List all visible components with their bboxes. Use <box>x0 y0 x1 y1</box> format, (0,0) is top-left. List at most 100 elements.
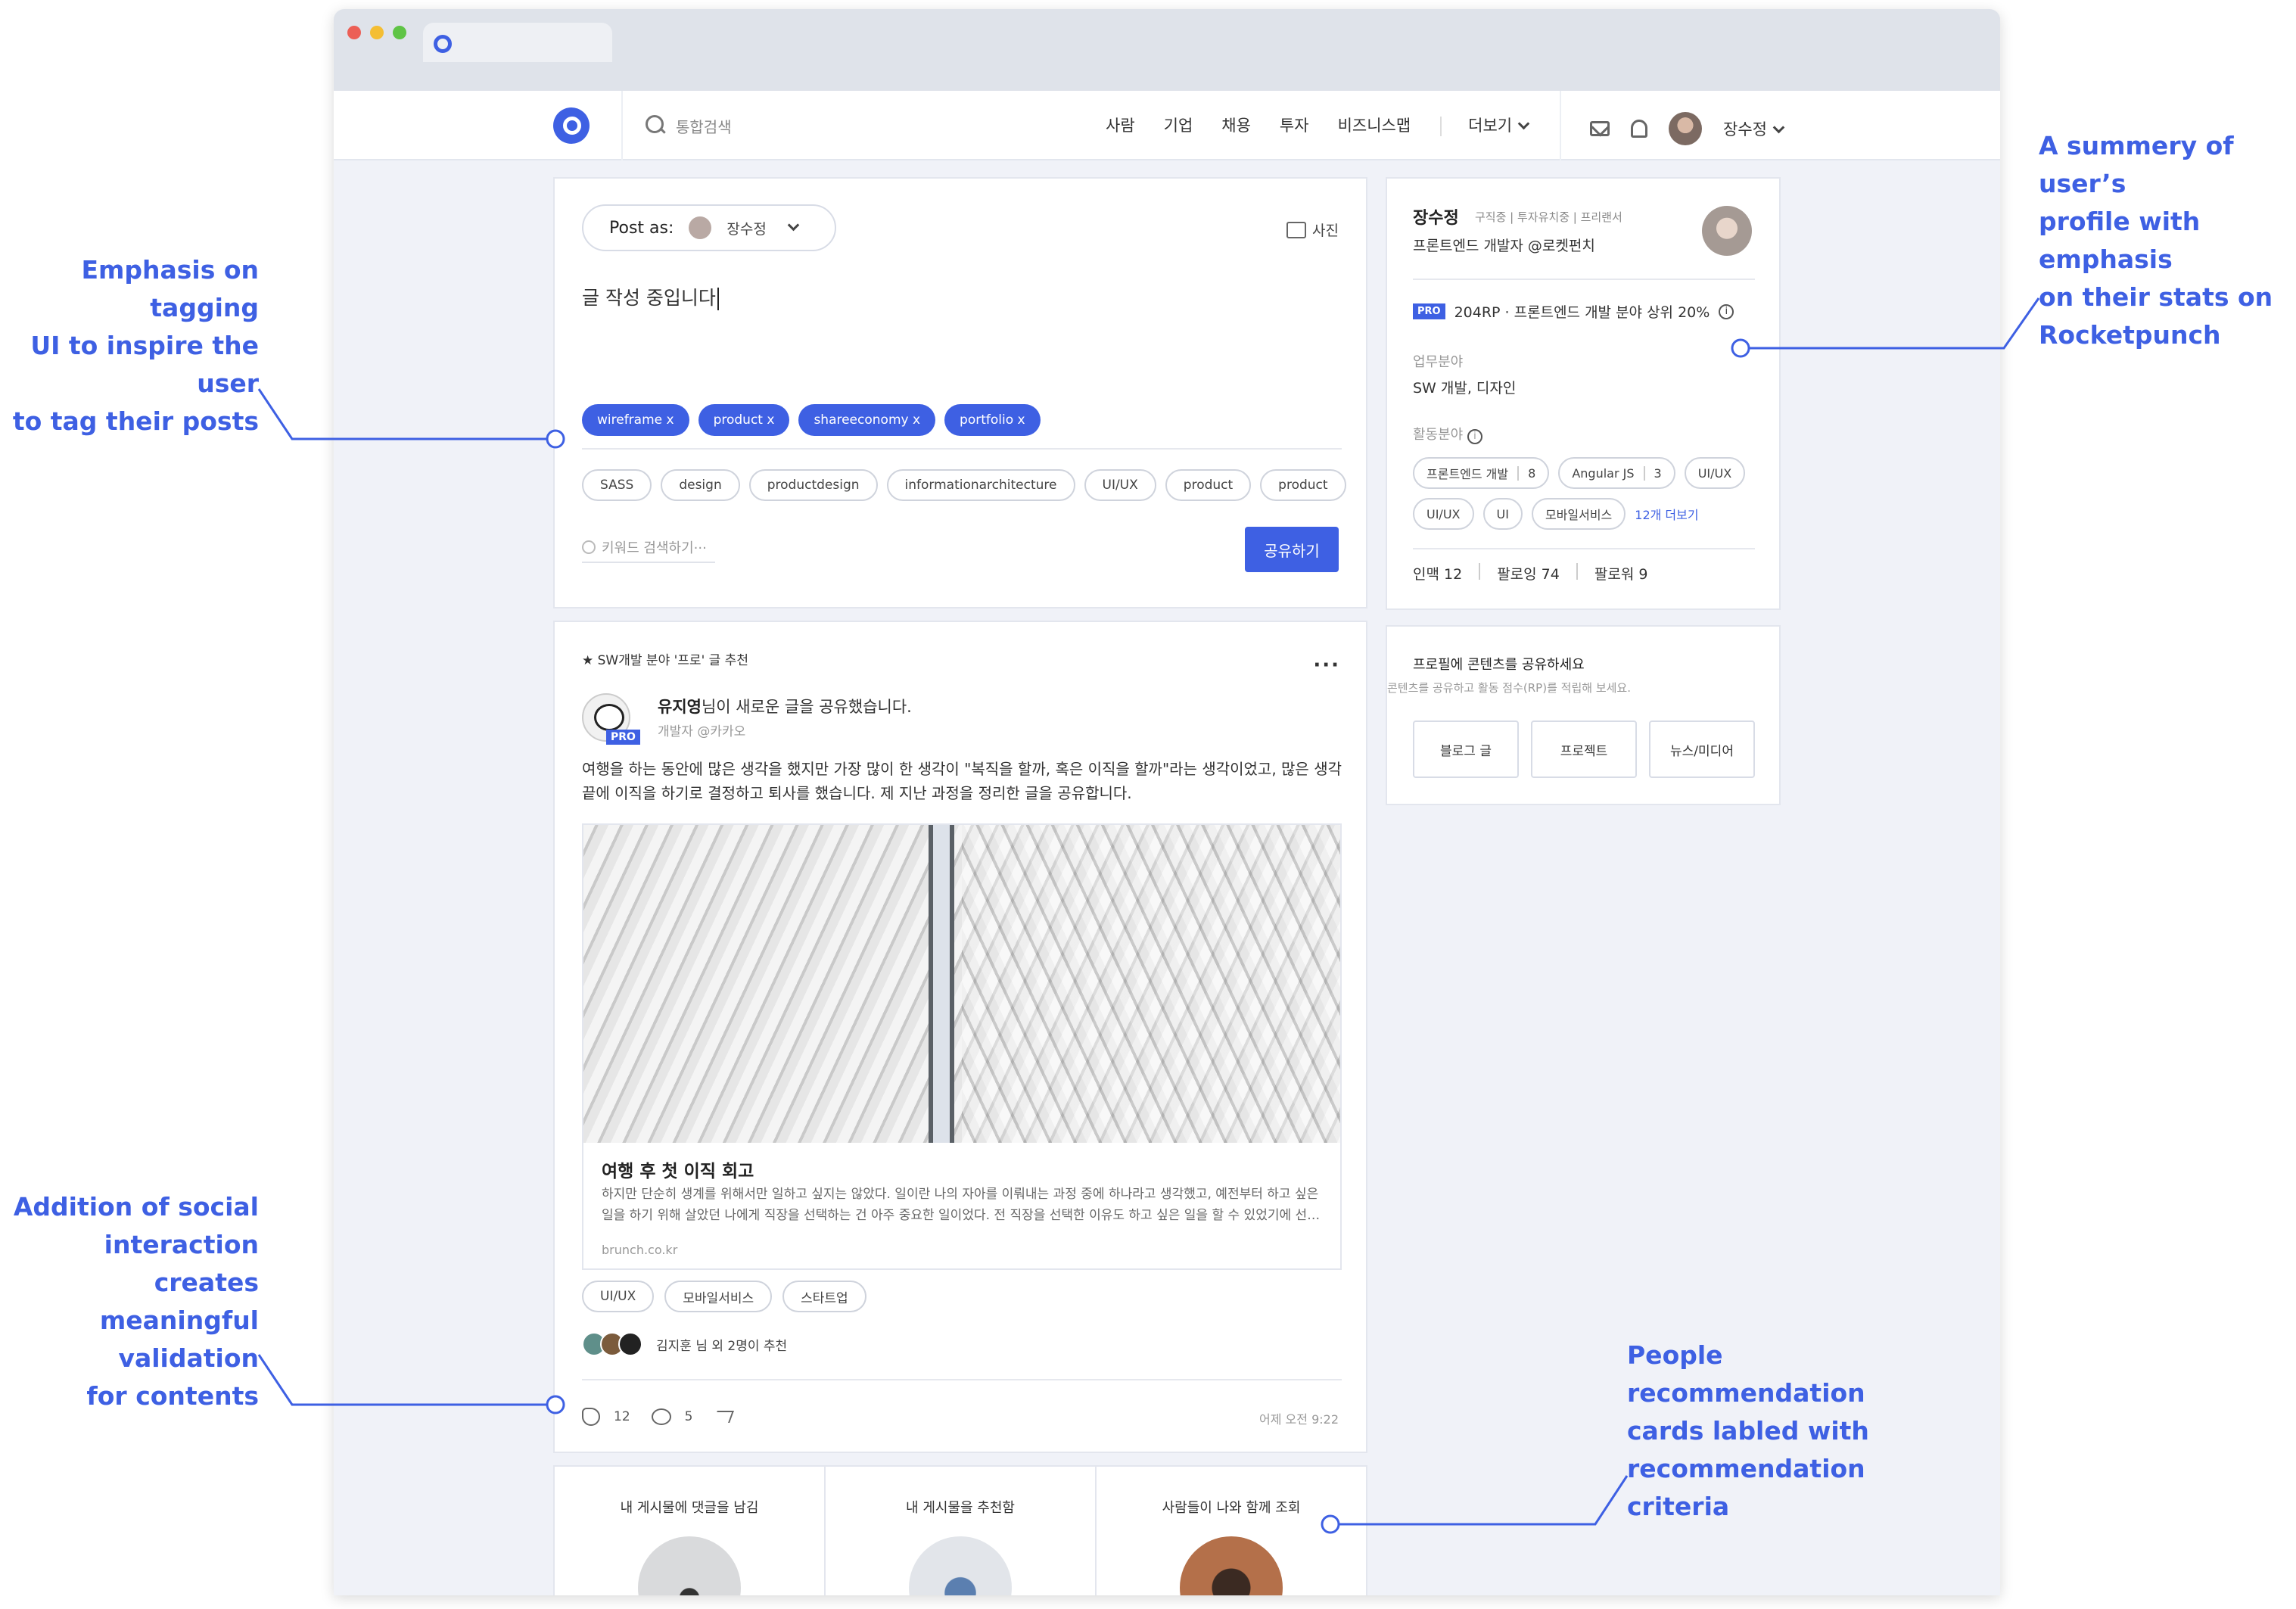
chevron-down-icon <box>1772 121 1785 134</box>
suggested-tag-chip[interactable]: productdesign <box>748 469 878 501</box>
post-tag-chip[interactable]: 모바일서비스 <box>664 1281 773 1312</box>
author-subtitle: 개발자 @카카오 <box>658 724 746 739</box>
annotation-line: Addition of social <box>13 1192 259 1222</box>
nav-item-people[interactable]: 사람 <box>1106 114 1135 136</box>
suggested-tag-chip[interactable]: informationarchitecture <box>886 469 1075 501</box>
project-button[interactable]: 프로젝트 <box>1531 720 1637 778</box>
nav-item-businessmap[interactable]: 비즈니스맵 <box>1338 114 1411 136</box>
suggested-tag-chip[interactable]: product <box>1165 469 1252 501</box>
keyword-placeholder: 키워드 검색하기··· <box>602 540 707 556</box>
post-as-user: 장수정 <box>726 220 767 238</box>
keyword-search-input[interactable]: 키워드 검색하기··· <box>582 533 715 563</box>
skill-name: UI <box>1496 506 1509 521</box>
minimize-window-dot[interactable] <box>370 26 384 39</box>
post-tag-chip[interactable]: 스타트업 <box>782 1281 866 1312</box>
link-domain: brunch.co.kr <box>602 1243 678 1257</box>
stat-divider <box>1479 563 1481 580</box>
person-photo <box>909 1536 1012 1595</box>
author-action: 님이 새로운 글을 공유했습니다. <box>701 698 912 716</box>
suggested-tag-chip[interactable]: SASS <box>582 469 652 501</box>
person-photo <box>638 1536 741 1595</box>
recommendation-criteria: 내 게시물을 추천함 <box>906 1500 1015 1516</box>
more-options-icon[interactable]: ··· <box>1313 654 1340 677</box>
skill-name: UI/UX <box>1426 506 1461 521</box>
suggested-tag-chip[interactable]: design <box>661 469 740 501</box>
browser-tab[interactable] <box>423 23 612 62</box>
recommendation-criteria: 사람들이 나와 함께 조회 <box>1162 1500 1301 1516</box>
selected-tag-chip[interactable]: product x <box>698 404 790 436</box>
skill-chip[interactable]: UI/UX <box>1413 498 1474 530</box>
share-card-title: 프로필에 콘텐츠를 공유하세요 <box>1413 657 1585 673</box>
skill-chip[interactable]: 모바일서비스 <box>1531 498 1626 530</box>
link-title: 여행 후 첫 이직 회고 <box>602 1162 754 1181</box>
following-count[interactable]: 팔로잉 74 <box>1497 563 1560 584</box>
skill-chip[interactable]: Angular JS 3 <box>1558 457 1675 489</box>
close-window-dot[interactable] <box>347 26 361 39</box>
nav-item-companies[interactable]: 기업 <box>1164 114 1193 136</box>
blog-post-button[interactable]: 블로그 글 <box>1413 720 1519 778</box>
share-icon[interactable] <box>713 1411 735 1423</box>
selected-tag-chip[interactable]: portfolio x <box>944 404 1041 436</box>
suggested-tag-chip[interactable]: UI/UX <box>1084 469 1156 501</box>
skill-chip[interactable]: 프론트엔드 개발 8 <box>1413 457 1550 489</box>
profile-photo[interactable] <box>1702 206 1752 256</box>
author-line: 유지영님이 새로운 글을 공유했습니다. <box>658 695 912 717</box>
person-card[interactable]: 사람들이 나와 함께 조회 <box>1097 1467 1366 1595</box>
connections-count[interactable]: 인맥 12 <box>1413 563 1462 584</box>
share-card-subtitle: 콘텐츠를 공유하고 활동 점수(RP)를 적립해 보세요. <box>1387 681 1631 695</box>
share-button[interactable]: 공유하기 <box>1245 527 1339 572</box>
rocketpunch-logo-icon[interactable] <box>553 107 590 144</box>
news-media-button[interactable]: 뉴스/미디어 <box>1649 720 1755 778</box>
skill-list: 프론트엔드 개발 8 Angular JS 3 UI/UX UI/UX UI 모바일… <box>1413 457 1761 530</box>
nav-more-menu[interactable]: 더보기 <box>1468 114 1530 136</box>
profile-title: 프론트엔드 개발자 @로켓펀치 <box>1413 238 1595 254</box>
clap-icon[interactable] <box>582 1408 600 1426</box>
post-as-selector[interactable]: Post as: 장수정 <box>582 204 836 251</box>
selected-tag-chip[interactable]: wireframe x <box>582 404 689 436</box>
annotation-line: to tag their posts <box>12 406 259 436</box>
profile-name[interactable]: 장수정 <box>1413 204 1459 229</box>
global-search[interactable]: 통합검색 <box>646 110 732 141</box>
post-text-input[interactable]: 글 작성 중입니다 <box>582 283 719 310</box>
author-name[interactable]: 유지영 <box>658 698 702 716</box>
add-photo-button[interactable]: 사진 <box>1286 219 1339 240</box>
recommenders[interactable]: 김지훈 님 외 2명이 추천 <box>582 1332 787 1356</box>
skill-name: UI/UX <box>1697 465 1732 481</box>
link-preview-card[interactable]: 여행 후 첫 이직 회고 하지만 단순히 생계를 위해서만 일하고 싶지는 않았… <box>582 823 1342 1270</box>
person-card[interactable]: 내 게시물을 추천함 <box>826 1467 1097 1595</box>
mail-icon[interactable] <box>1590 121 1610 136</box>
post-timestamp: 어제 오전 9:22 <box>1259 1412 1339 1427</box>
chevron-down-icon <box>1517 117 1530 130</box>
header-actions: 장수정 <box>1590 112 1785 145</box>
maximize-window-dot[interactable] <box>393 26 406 39</box>
skill-name: 모바일서비스 <box>1545 508 1613 522</box>
work-field-value: SW 개발, 디자인 <box>1413 380 1517 397</box>
profile-summary-card: 장수정 구직중 | 투자유치중 | 프리랜서 프론트엔드 개발자 @로켓펀치 P… <box>1386 177 1781 610</box>
more-skills-link[interactable]: 12개 더보기 <box>1635 498 1698 530</box>
followers-count[interactable]: 팔로워 9 <box>1594 563 1648 584</box>
nav-item-jobs[interactable]: 채용 <box>1221 114 1251 136</box>
stat-divider <box>1576 563 1578 580</box>
divider <box>582 1379 1342 1380</box>
image-icon <box>1286 221 1307 238</box>
main-nav: 사람 기업 채용 투자 비즈니스맵 더보기 <box>1106 114 1530 136</box>
skill-count: 8 <box>1517 465 1535 481</box>
annotation-social: Addition of social interaction creates m… <box>0 1188 259 1415</box>
info-icon[interactable]: i <box>1719 303 1734 319</box>
nav-item-investment[interactable]: 투자 <box>1280 114 1309 136</box>
activity-label-text: 활동분야 <box>1413 427 1464 443</box>
info-icon[interactable]: i <box>1467 428 1482 444</box>
post-tag-chip[interactable]: UI/UX <box>582 1281 655 1312</box>
user-menu[interactable]: 장수정 <box>1723 117 1785 140</box>
skill-chip[interactable]: UI <box>1482 498 1523 530</box>
divider <box>582 448 1342 450</box>
comment-icon[interactable] <box>651 1408 671 1425</box>
selected-tag-chip[interactable]: shareeconomy x <box>798 404 936 436</box>
profile-status: 구직중 | 투자유치중 | 프리랜서 <box>1475 210 1622 224</box>
user-avatar[interactable] <box>1669 112 1702 145</box>
person-card[interactable]: 내 게시물에 댓글을 남김 <box>555 1467 826 1595</box>
suggested-tag-chip[interactable]: product <box>1260 469 1346 501</box>
skill-chip[interactable]: UI/UX <box>1684 457 1746 489</box>
chevron-down-icon <box>787 219 800 231</box>
bell-icon[interactable] <box>1631 120 1647 138</box>
